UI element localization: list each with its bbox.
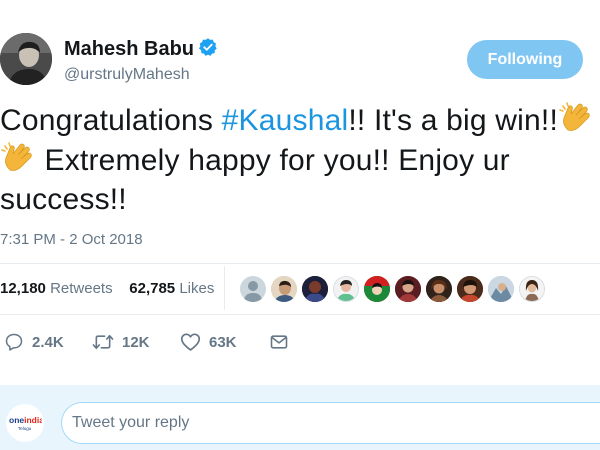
profile-photo xyxy=(0,33,52,85)
following-button[interactable]: Following xyxy=(467,40,583,79)
divider xyxy=(0,263,600,264)
envelope-icon xyxy=(270,335,288,349)
retweets-count: 12,180 xyxy=(0,280,46,297)
heart-icon xyxy=(180,333,201,351)
liker-avatar[interactable] xyxy=(333,276,359,302)
tweet-stats: 12,180 Retweets 62,785 Likes xyxy=(0,280,214,297)
oneindia-logo: oneindia Telugu xyxy=(9,415,42,431)
tweet-timestamp[interactable]: 7:31 PM - 2 Oct 2018 xyxy=(0,231,143,248)
like-count: 63K xyxy=(209,333,237,351)
user-name[interactable]: Mahesh Babu xyxy=(64,38,194,61)
tweet-text-segment: !! It's a big win!! xyxy=(348,104,558,137)
retweet-count: 12K xyxy=(122,333,150,351)
verified-badge-icon xyxy=(199,38,217,56)
tweet-text-segment: Extremely happy for you!! Enjoy ur succe… xyxy=(0,144,510,216)
reply-count: 2.4K xyxy=(32,333,64,351)
reply-icon xyxy=(5,333,23,351)
liker-avatar[interactable] xyxy=(488,276,514,302)
reply-input[interactable]: Tweet your reply xyxy=(61,402,600,444)
retweet-action[interactable]: 12K xyxy=(92,331,150,353)
divider xyxy=(0,314,600,315)
tweet-text-segment: Congratulations xyxy=(0,104,222,137)
liker-avatar[interactable] xyxy=(271,276,297,302)
hashtag-link[interactable]: #Kaushal xyxy=(222,104,349,137)
liker-avatar[interactable] xyxy=(457,276,483,302)
reply-action[interactable]: 2.4K xyxy=(4,331,64,353)
stats-separator xyxy=(224,266,225,310)
liker-avatar[interactable] xyxy=(302,276,328,302)
liker-avatar[interactable] xyxy=(364,276,390,302)
likes-label: Likes xyxy=(179,280,215,297)
liker-avatar[interactable] xyxy=(395,276,421,302)
likes-stat[interactable]: 62,785 Likes xyxy=(129,280,214,297)
retweets-label: Retweets xyxy=(50,280,113,297)
likes-count: 62,785 xyxy=(129,280,176,297)
reply-placeholder: Tweet your reply xyxy=(72,414,190,431)
liker-avatar[interactable] xyxy=(426,276,452,302)
clapping-hands-icon xyxy=(1,142,32,171)
direct-message-action[interactable] xyxy=(269,331,289,353)
tweet-text: Congratulations #Kaushal!! It's a big wi… xyxy=(0,100,600,219)
liker-avatar[interactable] xyxy=(240,276,266,302)
user-handle: @urstrulyMahesh xyxy=(64,66,190,83)
reply-avatar: oneindia Telugu xyxy=(6,404,44,442)
retweet-icon xyxy=(92,334,114,350)
clapping-hands-icon xyxy=(559,102,590,131)
profile-avatar[interactable] xyxy=(0,33,52,85)
like-action[interactable]: 63K xyxy=(180,331,237,353)
liker-avatar[interactable] xyxy=(519,276,545,302)
retweets-stat[interactable]: 12,180 Retweets xyxy=(0,280,113,297)
svg-text:Telugu: Telugu xyxy=(18,426,32,431)
svg-text:oneindia: oneindia xyxy=(9,415,42,425)
